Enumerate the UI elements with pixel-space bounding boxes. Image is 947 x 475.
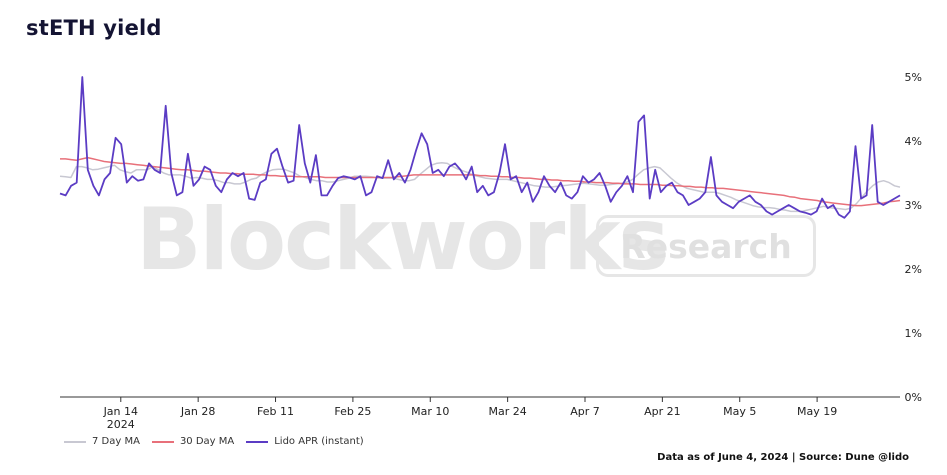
y-tick-label: 0% (905, 391, 922, 404)
legend-swatch-ma7 (64, 440, 86, 443)
x-tick-sublabel: 2024 (107, 418, 135, 431)
chart-svg: 0% 1% 2% 3% 4% 5% Jan 142024 Jan 28 Feb 11 Feb 25… (59, 71, 922, 431)
legend-label-ma7: 7 Day MA (92, 436, 140, 447)
x-tick-label: May 19 (797, 405, 837, 418)
source-footer: Data as of June 4, 2024 | Source: Dune @… (657, 452, 909, 463)
legend-label-ma30: 30 Day MA (179, 436, 235, 447)
legend-swatch-ma30 (151, 440, 174, 443)
y-tick-label: 2% (905, 263, 922, 276)
y-tick-label: 1% (905, 327, 922, 340)
x-tick-label: Jan 14 (103, 405, 138, 418)
y-tick-label: 3% (905, 199, 922, 212)
x-tick-label: Apr 21 (644, 405, 681, 418)
y-tick-label: 4% (905, 135, 922, 148)
legend-swatch-apr (246, 440, 269, 443)
x-tick-label: Apr 7 (570, 405, 600, 418)
x-tick-label: Mar 24 (489, 405, 527, 418)
y-tick-label: 5% (905, 71, 922, 84)
x-tick-label: Jan 28 (180, 405, 215, 418)
x-tick-label: Feb 25 (334, 405, 371, 418)
legend-item-ma7: 7 Day MA (64, 436, 140, 447)
legend: 7 Day MA 30 Day MA Lido APR (instant) (64, 436, 364, 447)
x-tick-label: Mar 10 (411, 405, 449, 418)
x-tick-label: Feb 11 (257, 405, 294, 418)
series-line-apr (59, 76, 901, 219)
legend-item-ma30: 30 Day MA (151, 436, 235, 447)
legend-item-apr: Lido APR (instant) (246, 436, 364, 447)
x-tick-label: May 5 (723, 405, 756, 418)
legend-label-apr: Lido APR (instant) (274, 436, 364, 447)
